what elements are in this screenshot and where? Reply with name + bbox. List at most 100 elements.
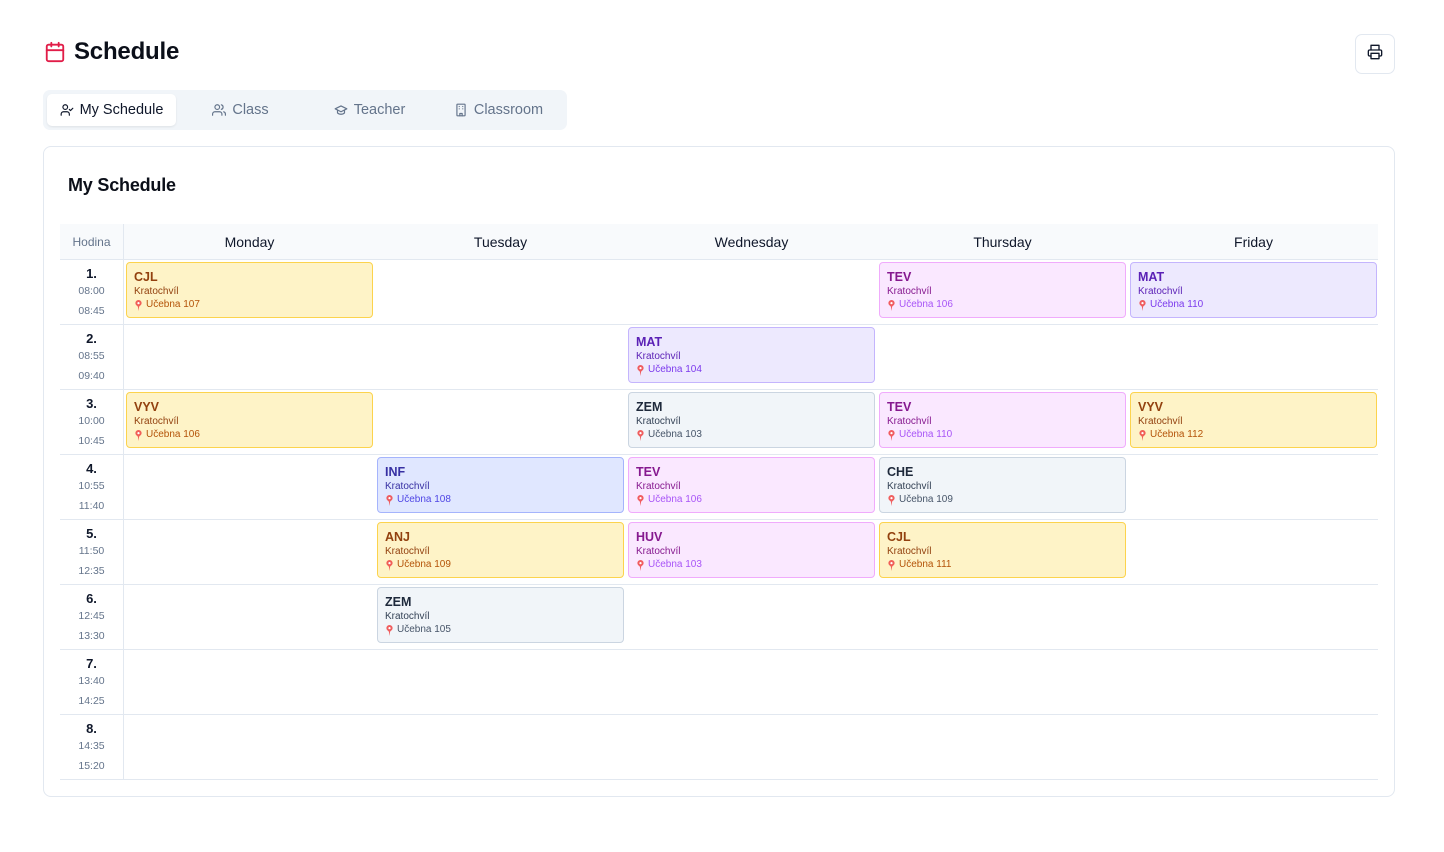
lesson-room-label: Učebna 111: [899, 559, 952, 570]
lesson-card[interactable]: TEV Kratochvíl Učebna 106: [879, 262, 1126, 318]
calendar-icon: [44, 41, 66, 63]
lesson-card[interactable]: ANJ Kratochvíl Učebna 109: [377, 522, 624, 578]
graduation-cap-icon: [334, 103, 348, 117]
period-number: 5.: [86, 526, 97, 541]
period-number: 7.: [86, 656, 97, 671]
period-number: 1.: [86, 266, 97, 281]
tab-classroom[interactable]: Classroom: [434, 94, 563, 126]
lesson-subject: HUV: [636, 530, 663, 544]
map-pin-icon: [385, 559, 394, 571]
lesson-teacher: Kratochvíl: [134, 286, 179, 297]
row-divider: [60, 389, 1378, 390]
lesson-card[interactable]: INF Kratochvíl Učebna 108: [377, 457, 624, 513]
period-number: 4.: [86, 461, 97, 476]
lesson-card[interactable]: CJL Kratochvíl Učebna 107: [126, 262, 373, 318]
lesson-teacher: Kratochvíl: [636, 351, 681, 362]
lesson-subject: VYV: [1138, 400, 1164, 414]
period-start-time: 11:50: [78, 545, 105, 557]
lesson-subject: VYV: [134, 400, 160, 414]
lesson-room-label: Učebna 106: [648, 494, 702, 505]
map-pin-icon: [636, 364, 645, 376]
map-pin-icon: [887, 299, 896, 311]
period-number: 6.: [86, 591, 97, 606]
period-start-time: 13:40: [78, 675, 105, 687]
lesson-room-label: Učebna 103: [648, 559, 702, 570]
period-cell: 1. 08:00 08:45: [60, 260, 123, 325]
lesson-room: Učebna 106: [134, 429, 372, 441]
lesson-room-label: Učebna 107: [146, 299, 200, 310]
period-end-time: 10:45: [78, 435, 105, 447]
lesson-card[interactable]: VYV Kratochvíl Učebna 112: [1130, 392, 1377, 448]
period-cell: 5. 11:50 12:35: [60, 520, 123, 585]
lesson-subject: INF: [385, 465, 406, 479]
lesson-room: Učebna 105: [385, 624, 623, 636]
lesson-card[interactable]: ZEM Kratochvíl Učebna 105: [377, 587, 624, 643]
row-divider: [60, 519, 1378, 520]
tab-teacher[interactable]: Teacher: [305, 94, 434, 126]
building-icon: [454, 103, 468, 117]
row-divider: [60, 584, 1378, 585]
lesson-card[interactable]: CJL Kratochvíl Učebna 111: [879, 522, 1126, 578]
map-pin-icon: [887, 429, 896, 441]
map-pin-icon: [1138, 429, 1147, 441]
tab-my-schedule[interactable]: My Schedule: [47, 94, 176, 126]
lesson-room: Učebna 112: [1138, 429, 1376, 441]
period-start-time: 08:00: [78, 285, 105, 297]
lesson-room: Učebna 110: [1138, 299, 1376, 311]
row-divider: [60, 324, 1378, 325]
period-number: 3.: [86, 396, 97, 411]
lesson-card[interactable]: VYV Kratochvíl Učebna 106: [126, 392, 373, 448]
page-title: Schedule: [74, 38, 180, 65]
day-header-tuesday: Tuesday: [473, 234, 528, 250]
lesson-card[interactable]: MAT Kratochvíl Učebna 110: [1130, 262, 1377, 318]
hodina-header: Hodina: [72, 235, 111, 249]
lesson-room-label: Učebna 109: [397, 559, 451, 570]
map-pin-icon: [636, 494, 645, 506]
lesson-teacher: Kratochvíl: [1138, 286, 1183, 297]
map-pin-icon: [887, 494, 896, 506]
lesson-room: Učebna 103: [636, 429, 874, 441]
lesson-card[interactable]: CHE Kratochvíl Učebna 109: [879, 457, 1126, 513]
lesson-teacher: Kratochvíl: [636, 481, 681, 492]
lesson-room-label: Učebna 105: [397, 624, 451, 635]
map-pin-icon: [636, 559, 645, 571]
tab-label: My Schedule: [79, 102, 164, 118]
period-end-time: 15:20: [78, 760, 105, 772]
lesson-card[interactable]: ZEM Kratochvíl Učebna 103: [628, 392, 875, 448]
lesson-room-label: Učebna 108: [397, 494, 451, 505]
lesson-teacher: Kratochvíl: [887, 286, 932, 297]
lesson-room: Učebna 107: [134, 299, 372, 311]
column-divider: [123, 224, 124, 780]
lesson-room-label: Učebna 110: [1150, 299, 1204, 310]
card-title: My Schedule: [68, 175, 176, 195]
view-tabs: My Schedule Class Teacher Classroom: [43, 90, 567, 130]
lesson-room: Učebna 110: [887, 429, 1125, 441]
lesson-subject: TEV: [887, 270, 912, 284]
map-pin-icon: [134, 429, 143, 441]
page-header: Schedule: [44, 38, 179, 66]
tab-label: Class: [232, 102, 269, 118]
row-divider: [60, 779, 1378, 780]
lesson-room: Učebna 111: [887, 559, 1125, 571]
lesson-subject: CJL: [887, 530, 911, 544]
printer-icon: [1367, 44, 1383, 65]
lesson-room-label: Učebna 109: [899, 494, 953, 505]
map-pin-icon: [636, 429, 645, 441]
day-header-monday: Monday: [224, 234, 275, 250]
lesson-card[interactable]: HUV Kratochvíl Učebna 103: [628, 522, 875, 578]
tab-label: Classroom: [473, 102, 544, 118]
lesson-card[interactable]: TEV Kratochvíl Učebna 106: [628, 457, 875, 513]
lesson-room: Učebna 106: [887, 299, 1125, 311]
tab-class[interactable]: Class: [176, 94, 305, 126]
lesson-teacher: Kratochvíl: [887, 546, 932, 557]
period-cell: 6. 12:45 13:30: [60, 585, 123, 650]
tab-label: Teacher: [353, 102, 406, 118]
lesson-card[interactable]: MAT Kratochvíl Učebna 104: [628, 327, 875, 383]
period-end-time: 11:40: [78, 500, 105, 512]
print-button[interactable]: [1355, 34, 1395, 74]
period-end-time: 12:35: [78, 565, 105, 577]
lesson-card[interactable]: TEV Kratochvíl Učebna 110: [879, 392, 1126, 448]
lesson-teacher: Kratochvíl: [887, 416, 932, 427]
lesson-subject: MAT: [1138, 270, 1165, 284]
period-cell: 8. 14:35 15:20: [60, 715, 123, 780]
